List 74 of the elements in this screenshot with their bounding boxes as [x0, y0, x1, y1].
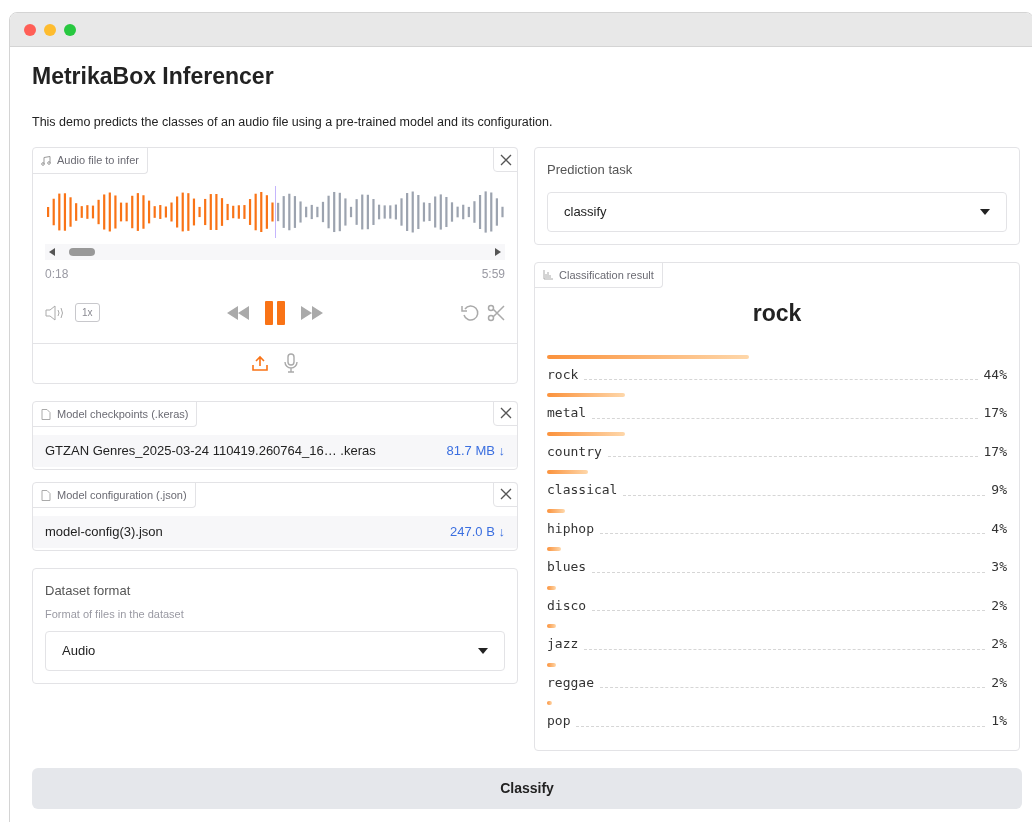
- class-name: pop: [547, 712, 571, 731]
- scroll-thumb[interactable]: [69, 247, 95, 256]
- app-description: This demo predicts the classes of an audio file using a pre-trained model and its configuration.: [32, 113, 554, 131]
- close-button[interactable]: [493, 147, 518, 173]
- top-prediction: rock: [751, 299, 803, 329]
- confidence-bar: [547, 662, 557, 667]
- file-name: model-config(3).json: [45, 523, 163, 542]
- scissors-icon[interactable]: [487, 303, 505, 322]
- confidence-value: 4%: [991, 519, 1007, 538]
- pause-button[interactable]: [265, 300, 285, 325]
- scroll-left-icon[interactable]: [49, 247, 55, 256]
- maximize-window-icon[interactable]: [64, 23, 76, 36]
- download-link[interactable]: 81.7 MB ↓: [446, 441, 505, 461]
- chart-icon: [543, 270, 553, 281]
- confidence-bar: [547, 547, 561, 552]
- file-label: Model configuration (.json): [57, 487, 187, 503]
- confidence-value: 2%: [991, 635, 1007, 654]
- undo-icon[interactable]: [461, 303, 479, 322]
- waveform-drawing[interactable]: [45, 183, 505, 240]
- file-label: Model checkpoints (.keras): [57, 406, 189, 422]
- audio-label: Audio file to infer: [57, 153, 139, 169]
- classify-button[interactable]: Classify: [32, 767, 1022, 809]
- class-name: country: [547, 442, 602, 461]
- confidence-value: 44%: [983, 365, 1007, 384]
- current-time: 0:18: [45, 265, 69, 283]
- confidence-bar: [547, 585, 557, 590]
- scroll-right-icon[interactable]: [495, 247, 501, 256]
- close-icon: [499, 153, 512, 166]
- class-name: disco: [547, 596, 587, 615]
- dropdown[interactable]: Audio: [45, 630, 505, 671]
- confidence-value: 2%: [991, 596, 1007, 615]
- class-name: metal: [547, 404, 587, 423]
- microphone-icon[interactable]: [284, 353, 298, 374]
- class-name: classical: [547, 481, 618, 500]
- confidence-bar: [547, 624, 557, 629]
- dropdown[interactable]: classify: [547, 191, 1007, 232]
- confidence-value: 3%: [991, 558, 1007, 577]
- file-icon: [41, 489, 51, 501]
- confidence-value: 17%: [983, 404, 1007, 423]
- result-label: Classification result: [559, 267, 654, 283]
- class-name: rock: [547, 365, 579, 384]
- upload-icon[interactable]: [252, 355, 268, 372]
- confidence-value: 9%: [991, 481, 1007, 500]
- close-window-icon[interactable]: [24, 23, 36, 36]
- class-name: reggae: [547, 673, 594, 692]
- confidence-bar: [547, 470, 589, 475]
- close-icon: [499, 407, 512, 420]
- fast-forward-icon[interactable]: [301, 305, 323, 320]
- scrollbar[interactable]: [45, 243, 505, 260]
- class-name: hiphop: [547, 519, 594, 538]
- playback-speed-button[interactable]: 1x: [75, 303, 100, 323]
- close-button[interactable]: [493, 481, 518, 507]
- class-name: blues: [547, 558, 587, 577]
- field-label: Dataset format: [45, 581, 132, 600]
- caret-icon: [980, 208, 990, 215]
- download-link[interactable]: 247.0 B ↓: [450, 522, 505, 542]
- confidence-bar: [547, 701, 552, 706]
- file-icon: [41, 408, 51, 420]
- caret-icon: [478, 647, 488, 654]
- confidence-value: 2%: [991, 673, 1007, 692]
- rewind-icon[interactable]: [227, 305, 249, 320]
- close-icon: [499, 488, 512, 501]
- minimize-window-icon[interactable]: [44, 23, 56, 36]
- field-info: Format of files in the dataset: [45, 607, 185, 623]
- app-title: MetrikaBox Inferencer: [32, 63, 275, 91]
- class-name: jazz: [547, 635, 579, 654]
- confidence-value: 17%: [983, 442, 1007, 461]
- field-label: Prediction task: [547, 161, 634, 180]
- music-note-icon: [41, 155, 51, 166]
- duration: 5:59: [481, 265, 505, 283]
- close-button[interactable]: [493, 400, 518, 426]
- confidence-value: 1%: [991, 712, 1007, 731]
- confidence-bar: [547, 508, 566, 513]
- file-name: GTZAN Genres_2025-03-24 110419.260764_16… .keras: [45, 442, 376, 461]
